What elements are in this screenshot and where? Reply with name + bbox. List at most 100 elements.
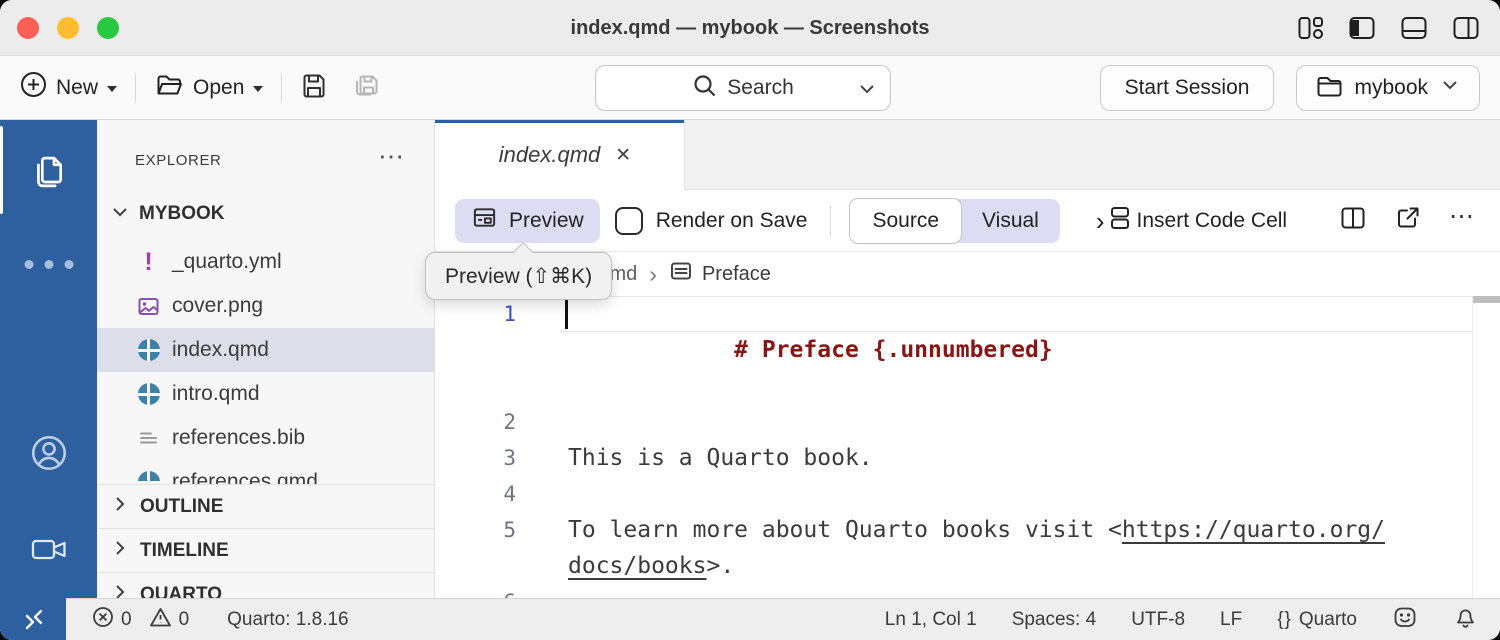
tree-root-mybook[interactable]: MYBOOK [97, 192, 434, 236]
file-name: _quarto.yml [172, 250, 282, 274]
window-controls [17, 17, 119, 39]
split-editor-icon[interactable] [1339, 204, 1367, 237]
toggle-panel-icon[interactable] [1400, 14, 1428, 42]
cursor-position[interactable]: Ln 1, Col 1 [885, 609, 977, 631]
file-row-intro-qmd[interactable]: intro.qmd [97, 372, 434, 416]
active-view-indicator [0, 126, 3, 214]
file-row-cover-png[interactable]: cover.png [97, 284, 434, 328]
open-button[interactable]: Open [154, 71, 263, 105]
tab-close-icon[interactable]: ✕ [615, 144, 631, 167]
bibliography-file-icon [137, 427, 160, 450]
sidebar-section-quarto[interactable]: QUARTO [97, 572, 434, 598]
breadcrumb-section[interactable]: Preface [702, 263, 771, 286]
editor-toolbar: Preview Render on Save Source Visual › [435, 190, 1500, 252]
sidebar-section-outline[interactable]: OUTLINE [97, 484, 434, 528]
project-picker-button[interactable]: mybook [1296, 65, 1480, 111]
remote-indicator[interactable] [0, 598, 66, 640]
code-editor[interactable]: 1 # Preface {.unnumbered} 2 3 This is a … [435, 296, 1500, 598]
braces-icon: {} [1277, 609, 1292, 631]
language-mode[interactable]: {} Quarto [1277, 609, 1357, 631]
tree-root-label: MYBOOK [139, 203, 225, 225]
render-on-save-checkbox[interactable] [615, 207, 643, 235]
explorer-more-actions-icon[interactable]: ⋯ [378, 151, 406, 161]
code-line-4: 4 [435, 476, 1500, 512]
source-mode-button[interactable]: Source [849, 198, 962, 244]
start-session-button[interactable]: Start Session [1100, 65, 1275, 111]
preview-tooltip: Preview (⇧⌘K) [425, 252, 612, 300]
top-toolbar: New Open [0, 56, 1500, 120]
camera-icon[interactable] [28, 532, 70, 573]
toolbar-divider [281, 73, 282, 103]
file-name: references.qmd [172, 470, 318, 484]
file-name: index.qmd [172, 338, 269, 362]
problems-indicator[interactable]: 0 0 [92, 606, 189, 634]
file-row-references-bib[interactable]: references.bib [97, 416, 434, 460]
search-label: Search [727, 76, 794, 100]
line-number: 3 [435, 440, 516, 476]
toggle-primary-sidebar-icon[interactable] [1348, 14, 1376, 42]
chevron-down-icon [109, 201, 131, 228]
explorer-sidebar: EXPLORER ⋯ MYBOOK ! _quarto.yml [97, 120, 435, 598]
file-row-references-qmd[interactable]: references.qmd [97, 460, 434, 484]
customize-layout-icon[interactable] [1296, 14, 1324, 42]
minimize-window-button[interactable] [57, 17, 79, 39]
url-link[interactable]: docs/books [568, 553, 706, 579]
code-text: This is a Quarto book. [568, 440, 873, 476]
search-input[interactable]: Search [595, 65, 891, 111]
section-label: TIMELINE [140, 540, 229, 562]
explorer-header-label: EXPLORER [135, 152, 222, 169]
visual-mode-label: Visual [982, 209, 1039, 233]
breadcrumb-separator-icon: › [649, 265, 657, 283]
error-icon [92, 606, 114, 634]
feedback-smiley-icon[interactable] [1392, 604, 1418, 636]
search-chevron-down-icon [856, 79, 878, 105]
account-icon[interactable] [28, 432, 70, 479]
visual-mode-button[interactable]: Visual [961, 199, 1060, 243]
sidebar-section-timeline[interactable]: TIMELINE [97, 528, 434, 572]
line-number: 4 [435, 476, 516, 512]
code-line-6: 6 [435, 584, 1500, 598]
new-plus-icon [20, 71, 47, 104]
preview-button[interactable]: Preview [455, 199, 600, 243]
insert-code-cell-icon: › [1096, 211, 1105, 231]
encoding[interactable]: UTF-8 [1131, 609, 1185, 631]
code-line-5: 5 To learn more about Quarto books visit… [435, 512, 1500, 584]
notifications-bell-icon[interactable] [1453, 604, 1478, 636]
section-label: QUARTO [140, 584, 222, 599]
url-link[interactable]: https://quarto.org/ [1122, 517, 1385, 543]
tab-index-qmd[interactable]: index.qmd ✕ [435, 120, 685, 190]
chevron-right-icon [109, 537, 131, 565]
close-window-button[interactable] [17, 17, 39, 39]
tab-label: index.qmd [499, 142, 601, 168]
file-list: ! _quarto.yml cover.png index. [97, 240, 434, 484]
scrollbar-thumb[interactable] [1473, 296, 1500, 303]
new-button[interactable]: New [20, 71, 117, 104]
code-line-3: 3 This is a Quarto book. [435, 440, 1500, 476]
file-row-index-qmd[interactable]: index.qmd [97, 328, 434, 372]
file-name: references.bib [172, 426, 305, 450]
editor-more-actions-icon[interactable]: ⋯ [1449, 210, 1476, 222]
warning-count: 0 [179, 609, 190, 631]
editor-group: index.qmd ✕ Preview [435, 120, 1500, 598]
quarto-file-icon [137, 383, 160, 406]
insert-code-cell-button[interactable]: › Insert Code Cell [1096, 204, 1287, 237]
open-in-new-window-icon[interactable] [1394, 204, 1422, 237]
editor-toolbar-divider [830, 206, 831, 236]
title-bar: index.qmd — mybook — Screenshots [0, 0, 1500, 56]
line-number: 5 [435, 512, 516, 584]
toggle-secondary-sidebar-icon[interactable] [1452, 14, 1480, 42]
file-row-quarto-yml[interactable]: ! _quarto.yml [97, 240, 434, 284]
tab-strip: index.qmd ✕ [435, 120, 1500, 190]
status-bar: 0 0 Quarto: 1.8.16 Ln 1, Col 1 Spaces: 4… [0, 598, 1500, 640]
render-on-save-label: Render on Save [656, 209, 808, 233]
save-icon[interactable] [300, 71, 328, 104]
zoom-window-button[interactable] [97, 17, 119, 39]
save-all-icon[interactable] [352, 70, 382, 105]
eol-sequence[interactable]: LF [1220, 609, 1242, 631]
quarto-version[interactable]: Quarto: 1.8.16 [227, 609, 348, 631]
indentation[interactable]: Spaces: 4 [1012, 609, 1097, 631]
explorer-files-icon[interactable] [29, 152, 69, 197]
quarto-file-icon [137, 339, 160, 362]
more-views-ellipsis-icon[interactable] [24, 260, 73, 269]
open-folder-icon [154, 71, 184, 105]
